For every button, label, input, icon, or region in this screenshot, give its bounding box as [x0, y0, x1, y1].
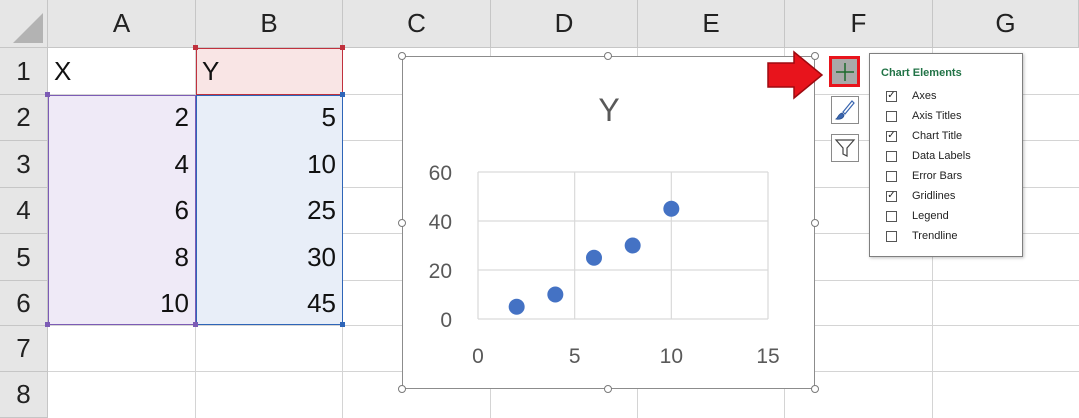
- option-axis-titles[interactable]: Axis Titles: [886, 108, 962, 124]
- cell-b2[interactable]: 5: [196, 95, 342, 140]
- option-error-bars[interactable]: Error Bars: [886, 168, 962, 184]
- column-header-g[interactable]: G: [933, 0, 1079, 48]
- paintbrush-icon: [834, 100, 855, 120]
- row-header-7[interactable]: 7: [0, 326, 48, 372]
- column-header-e[interactable]: E: [638, 0, 785, 48]
- resize-handle-top-left[interactable]: [398, 52, 406, 60]
- checkbox[interactable]: [886, 230, 897, 242]
- x-range-handle[interactable]: [45, 322, 50, 327]
- plus-icon: [835, 62, 854, 81]
- checkbox[interactable]: ✓: [886, 90, 897, 102]
- y-tick-label: 20: [429, 260, 452, 283]
- option-label: Trendline: [912, 230, 958, 242]
- x-tick-label: 10: [660, 345, 683, 368]
- option-label: Error Bars: [912, 170, 963, 182]
- chart-filters-button[interactable]: [831, 134, 859, 162]
- scatter-chart[interactable]: Y 0 5 10 15 0 20 40 60: [402, 56, 815, 389]
- series-name-handle[interactable]: [340, 45, 345, 50]
- y-tick-label: 0: [440, 309, 452, 332]
- cell-b3[interactable]: 10: [196, 141, 342, 187]
- option-label: Axis Titles: [912, 110, 962, 122]
- cell-b1[interactable]: Y: [196, 48, 342, 94]
- resize-handle-right[interactable]: [811, 219, 819, 227]
- resize-handle-top[interactable]: [604, 52, 612, 60]
- option-label: Gridlines: [912, 190, 956, 202]
- cell-a2[interactable]: 2: [48, 95, 195, 140]
- option-label: Chart Title: [912, 130, 963, 142]
- option-label: Data Labels: [912, 150, 971, 162]
- y-range-handle[interactable]: [340, 92, 345, 97]
- data-point: [586, 249, 602, 266]
- chart-elements-panel: Chart Elements ✓ Axes Axis Titles ✓ Char…: [869, 53, 1023, 257]
- option-gridlines[interactable]: ✓ Gridlines: [886, 188, 955, 204]
- resize-handle-bottom-left[interactable]: [398, 385, 406, 393]
- row-header-2[interactable]: 2: [0, 95, 48, 141]
- cell-a1[interactable]: X: [48, 48, 195, 94]
- data-point: [547, 286, 564, 303]
- row-header-4[interactable]: 4: [0, 188, 48, 234]
- select-all-button[interactable]: [0, 0, 48, 48]
- red-arrow-icon: [767, 50, 824, 100]
- option-data-labels[interactable]: Data Labels: [886, 148, 971, 164]
- chart-title: Y: [598, 92, 619, 128]
- option-label: Legend: [912, 210, 949, 222]
- chart-styles-button[interactable]: [831, 96, 859, 124]
- option-axes[interactable]: ✓ Axes: [886, 88, 936, 104]
- checkbox[interactable]: [886, 210, 897, 222]
- chart-plot: Y 0 5 10 15 0 20 40 60: [429, 92, 780, 368]
- cell-b4[interactable]: 25: [196, 188, 342, 233]
- cell-a6[interactable]: 10: [48, 281, 195, 325]
- data-point: [663, 200, 680, 217]
- funnel-icon: [834, 139, 856, 157]
- checkbox[interactable]: [886, 170, 897, 182]
- series-name-handle[interactable]: [193, 45, 198, 50]
- resize-handle-left[interactable]: [398, 219, 406, 227]
- column-header-f[interactable]: F: [785, 0, 933, 48]
- checkbox[interactable]: [886, 150, 897, 162]
- column-header-a[interactable]: A: [48, 0, 196, 48]
- x-tick-label: 0: [472, 345, 484, 368]
- x-range-handle[interactable]: [193, 322, 198, 327]
- row-header-8[interactable]: 8: [0, 372, 48, 418]
- chart-elements-button[interactable]: [829, 56, 860, 87]
- y-range-handle[interactable]: [340, 322, 345, 327]
- checkbox[interactable]: [886, 110, 897, 122]
- x-tick-label: 15: [756, 345, 779, 368]
- x-range-handle[interactable]: [45, 92, 50, 97]
- panel-title: Chart Elements: [881, 67, 962, 79]
- resize-handle-bottom[interactable]: [604, 385, 612, 393]
- checkbox[interactable]: ✓: [886, 190, 897, 202]
- option-trendline[interactable]: Trendline: [886, 228, 957, 244]
- data-point: [508, 298, 525, 315]
- row-header-1[interactable]: 1: [0, 48, 48, 95]
- column-header-b[interactable]: B: [196, 0, 343, 48]
- row-header-6[interactable]: 6: [0, 281, 48, 326]
- cell-b6[interactable]: 45: [196, 281, 342, 325]
- column-header-c[interactable]: C: [343, 0, 491, 48]
- resize-handle-bottom-right[interactable]: [811, 385, 819, 393]
- option-legend[interactable]: Legend: [886, 208, 949, 224]
- y-tick-label: 40: [429, 211, 452, 234]
- checkbox[interactable]: ✓: [886, 130, 897, 142]
- option-chart-title[interactable]: ✓ Chart Title: [886, 128, 962, 144]
- cell-b5[interactable]: 30: [196, 234, 342, 280]
- option-label: Axes: [912, 90, 937, 102]
- cell-a4[interactable]: 6: [48, 188, 195, 233]
- x-tick-label: 5: [569, 345, 581, 368]
- cell-a5[interactable]: 8: [48, 234, 195, 280]
- select-all-triangle-icon: [13, 13, 43, 43]
- column-header-d[interactable]: D: [491, 0, 638, 48]
- y-tick-label: 60: [429, 162, 452, 185]
- cell-a3[interactable]: 4: [48, 141, 195, 187]
- data-point: [624, 237, 641, 254]
- row-header-5[interactable]: 5: [0, 234, 48, 281]
- row-header-3[interactable]: 3: [0, 141, 48, 188]
